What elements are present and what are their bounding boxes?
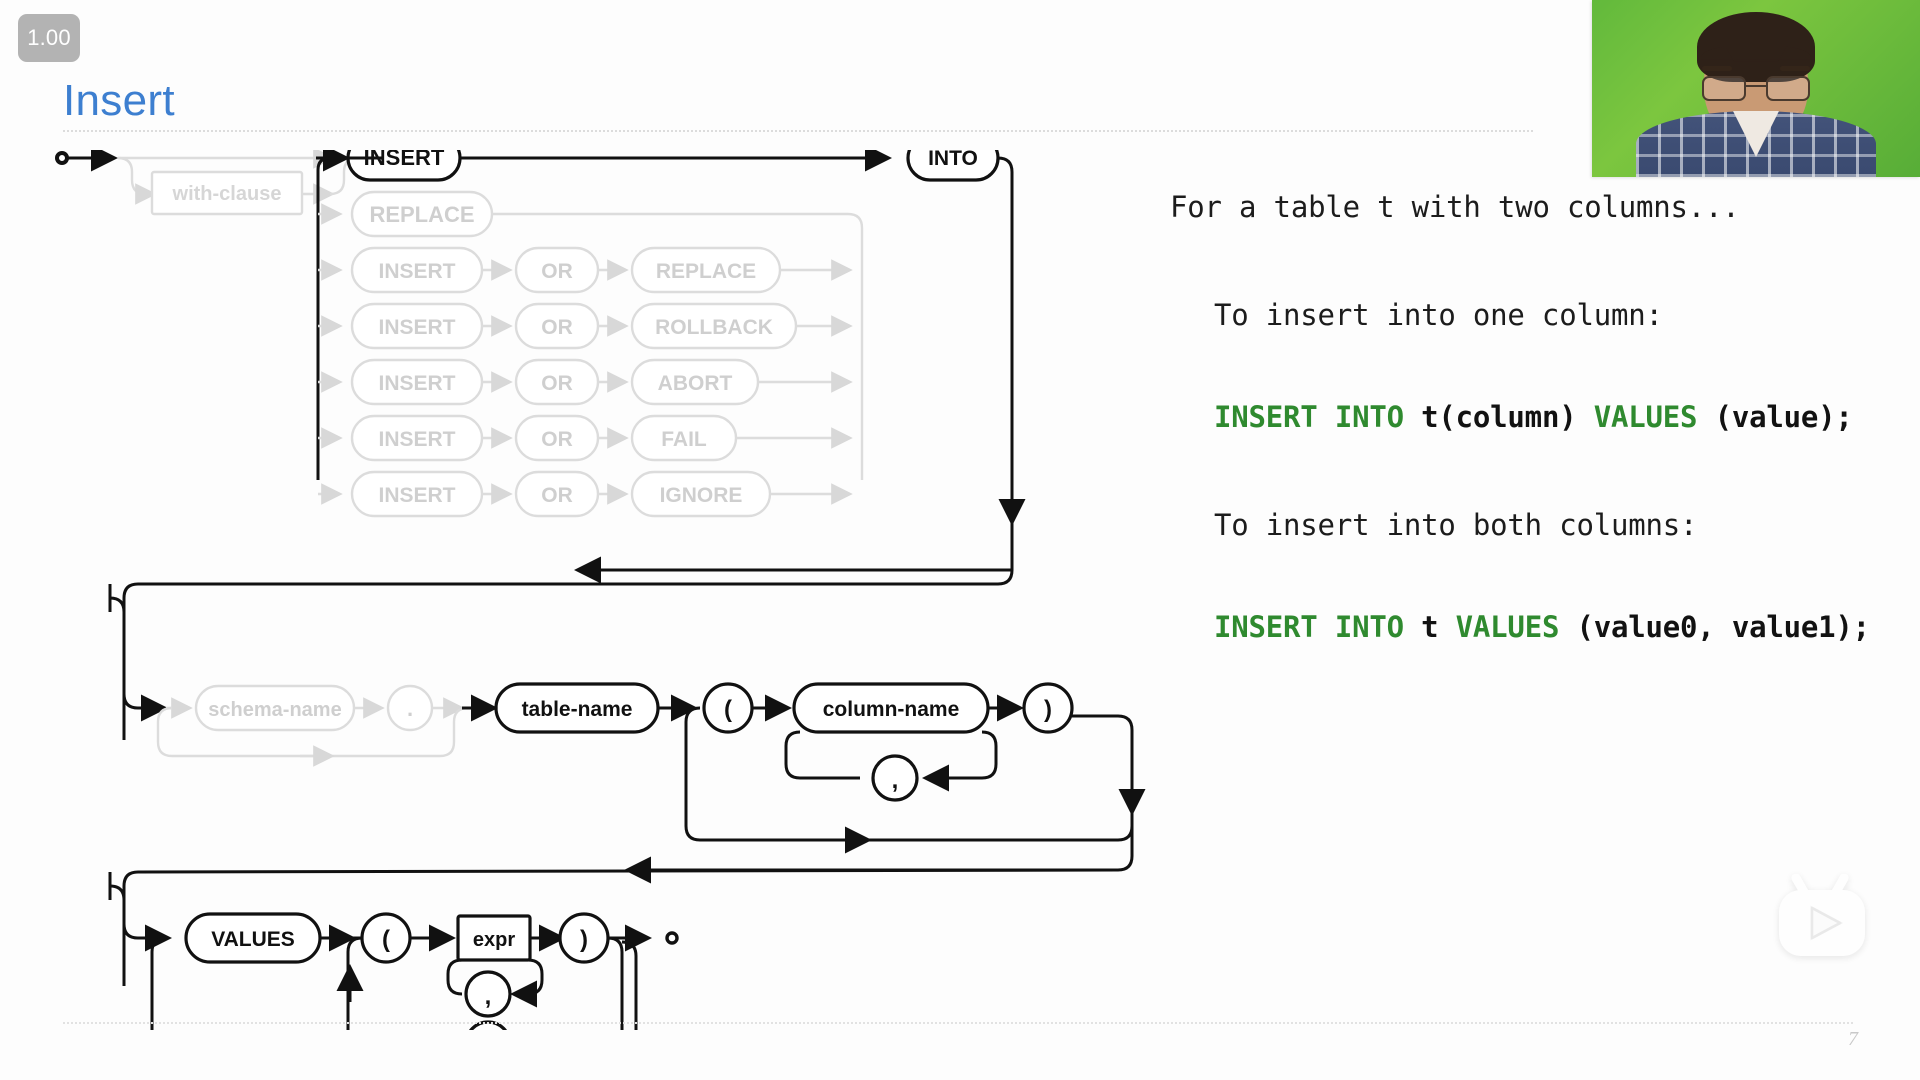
both-columns-plain2: (value0, value1); <box>1576 610 1870 644</box>
values-rparen-node-label: ) <box>580 926 588 953</box>
both-columns-plain1: t <box>1421 610 1456 644</box>
playback-speed-badge[interactable]: 1.00 <box>18 14 80 62</box>
both-columns-code: INSERT INTO t VALUES (value0, value1); <box>1214 610 1900 644</box>
tv-play-icon[interactable] <box>1774 874 1870 960</box>
one-column-kw1: INSERT INTO <box>1214 400 1422 434</box>
values-lparen-node-label: ( <box>382 926 390 953</box>
alt-or-label: OR <box>541 428 573 451</box>
rparen-node-label: ) <box>1044 696 1052 723</box>
column-name-node-label: column-name <box>823 698 960 721</box>
both-columns-kw2: VALUES <box>1455 610 1577 644</box>
alt-insert-label: INSERT <box>378 428 455 451</box>
alt-action-label: FAIL <box>661 428 707 451</box>
alt-or-label: OR <box>541 260 573 283</box>
page-title: Insert <box>63 76 175 125</box>
alt-insert-label: INSERT <box>378 372 455 395</box>
with-clause-node-label: with-clause <box>172 183 282 205</box>
one-column-code: INSERT INTO t(column) VALUES (value); <box>1214 400 1900 434</box>
presenter-brow-left <box>1702 66 1732 71</box>
alt-insert-label: INSERT <box>378 484 455 507</box>
values-node-label: VALUES <box>211 928 295 951</box>
railroad-diagram: with-clause INSERT REPLACE INSERT OR REP… <box>55 150 1146 1030</box>
expr-node-label: expr <box>473 929 515 951</box>
title-divider <box>63 130 1533 132</box>
both-columns-kw1: INSERT INTO <box>1214 610 1422 644</box>
schema-name-node-label: schema-name <box>208 699 341 721</box>
alt-action-label: ROLLBACK <box>655 316 773 339</box>
intro-text: For a table t with two columns... <box>1170 190 1740 224</box>
column-comma-node-label: , <box>892 767 899 794</box>
expr-comma-node-label: , <box>485 983 492 1010</box>
alt-insert-label: INSERT <box>378 316 455 339</box>
page-number: 7 <box>1848 1028 1858 1050</box>
alt-action-label: ABORT <box>658 372 733 395</box>
glasses-icon <box>1702 76 1810 101</box>
alt-action-label: REPLACE <box>656 260 756 283</box>
slide-canvas: 1.00 Insert with-clause INSERT REPLACE I… <box>0 0 1920 1080</box>
presenter-webcam[interactable] <box>1592 0 1920 177</box>
both-columns-label: To insert into both columns: <box>1214 508 1698 542</box>
table-name-node-label: table-name <box>522 698 633 721</box>
footer-divider <box>63 1022 1853 1024</box>
one-column-plain2: (value); <box>1714 400 1853 434</box>
lparen-node-label: ( <box>724 696 732 723</box>
presenter-hair <box>1697 12 1815 82</box>
alt-or-label: OR <box>541 484 573 507</box>
into-node-label: INTO <box>928 150 978 170</box>
alt-insert-label: INSERT <box>378 260 455 283</box>
one-column-label: To insert into one column: <box>1214 298 1663 332</box>
replace-node-label: REPLACE <box>369 202 474 227</box>
alt-or-label: OR <box>541 372 573 395</box>
alt-or-label: OR <box>541 316 573 339</box>
explanation-column: For a table t with two columns... To ins… <box>1170 190 1900 644</box>
one-column-kw2: VALUES <box>1593 400 1715 434</box>
one-column-plain1: t(column) <box>1421 400 1594 434</box>
dot-node-label: . <box>407 696 413 721</box>
presenter-brow-right <box>1780 66 1810 71</box>
alt-action-label: IGNORE <box>660 484 743 507</box>
insert-node-label: INSERT <box>364 150 445 170</box>
